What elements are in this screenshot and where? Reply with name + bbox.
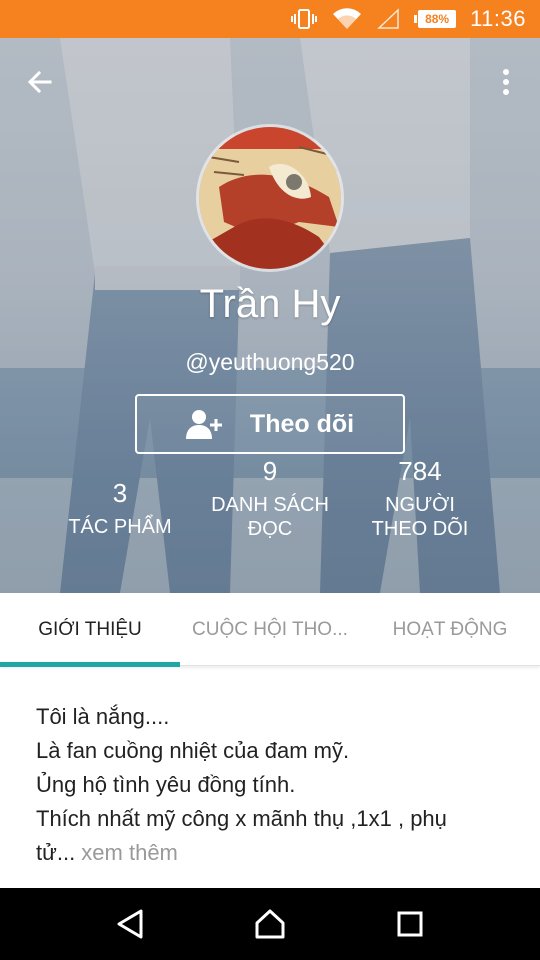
follow-label: Theo dõi <box>249 409 355 438</box>
bio-line: tử... <box>36 840 76 865</box>
see-more-link[interactable]: xem thêm <box>75 840 178 865</box>
arrow-left-icon <box>27 70 52 94</box>
username: @yeuthuong520 <box>185 349 355 375</box>
stat-value: 784 <box>398 456 442 486</box>
clock: 11:36 <box>470 6 526 31</box>
battery-percent: 88% <box>418 10 457 28</box>
add-user-icon <box>185 410 222 439</box>
wifi-icon <box>332 8 362 30</box>
nav-recents-button[interactable] <box>380 894 440 954</box>
tab-conversations[interactable]: CUỘC HỘI THO... <box>180 593 360 666</box>
stat-label: NGƯỜI THEO DÕI <box>371 494 469 540</box>
more-vertical-icon <box>503 69 509 95</box>
triangle-back-icon <box>117 909 143 939</box>
bio-last-line: tử... xem thêm <box>36 836 506 870</box>
tab-about[interactable]: GIỚI THIỆU <box>0 593 180 667</box>
bio-line: Là fan cuồng nhiệt của đam mỹ. <box>36 738 350 763</box>
tab-activity[interactable]: HOẠT ĐỘNG <box>360 593 540 666</box>
nav-home-button[interactable] <box>240 894 300 954</box>
back-button[interactable] <box>22 64 58 100</box>
stat-followers[interactable]: 784 NGƯỜI THEO DÕI <box>330 456 510 541</box>
bio-line: Thích nhất mỹ công x mãnh thụ ,1x1 , phụ <box>36 806 447 831</box>
follow-button[interactable]: Theo dõi <box>135 394 405 454</box>
display-name: Trần Hy <box>199 282 341 326</box>
signal-icon <box>376 8 400 30</box>
bio: Tôi là nắng.... Là fan cuồng nhiệt của đ… <box>36 700 506 870</box>
bio-line: Tôi là nắng.... <box>36 704 170 729</box>
nav-back-button[interactable] <box>100 894 160 954</box>
system-nav-bar <box>0 888 540 960</box>
status-bar: 88% 11:36 <box>0 0 540 38</box>
square-recents-icon <box>397 911 423 937</box>
home-icon <box>255 909 285 939</box>
profile-tabs: GIỚI THIỆU CUỘC HỘI THO... HOẠT ĐỘNG <box>0 593 540 667</box>
more-options-button[interactable] <box>492 64 520 100</box>
vibrate-icon <box>290 8 318 30</box>
bio-line: Ủng hộ tình yêu đồng tính. <box>36 772 296 797</box>
avatar[interactable] <box>196 124 344 272</box>
profile-header: Trần Hy @yeuthuong520 Theo dõi 3 TÁC PHẨ… <box>0 38 540 593</box>
battery-icon: 88% <box>414 10 457 28</box>
avatar-image <box>199 127 341 269</box>
